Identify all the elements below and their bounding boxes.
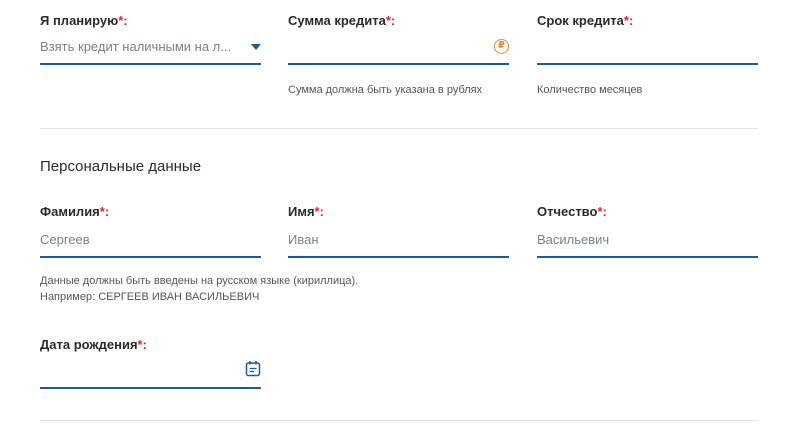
required-marker: *: [99,204,110,219]
calendar-icon[interactable] [245,360,261,377]
chevron-down-icon[interactable] [251,44,261,50]
middle-name-label: Отчество*: [537,204,607,219]
required-marker: *: [118,13,128,28]
birth-date-label: Дата рождения*: [40,337,147,352]
divider [40,128,758,129]
term-input[interactable] [537,35,758,65]
last-name-placeholder: Сергеев [40,232,90,247]
amount-input[interactable]: ₽ [288,35,509,65]
first-name-input[interactable]: Иван [288,228,509,258]
required-marker: *: [597,204,607,219]
purpose-value: Взять кредит наличными на л... [40,39,230,54]
last-name-field: Фамилия*: Сергеев [40,204,261,258]
required-marker: *: [623,13,634,28]
required-marker: *: [314,204,324,219]
purpose-label: Я планирую*: [40,13,128,28]
ruble-icon: ₽ [494,39,509,54]
required-marker: *: [385,13,396,28]
first-name-placeholder: Иван [288,232,319,247]
purpose-select[interactable]: Взять кредит наличными на л... [40,35,261,65]
amount-hint: Сумма должна быть указана в рублях [288,84,483,96]
birth-date-field: Дата рождения*: [40,337,261,389]
section-title: Персональные данные [40,158,202,175]
cyrillic-hint: Данные должны быть введены на русском яз… [40,275,359,287]
middle-name-placeholder: Васильевич [537,232,610,247]
last-name-label: Фамилия*: [40,204,110,219]
cyrillic-example: Например: СЕРГЕЕВ ИВАН ВАСИЛЬЕВИЧ [40,291,260,303]
middle-name-field: Отчество*: Васильевич [537,204,758,258]
birth-date-input[interactable] [40,359,261,389]
purpose-field: Я планирую*: Взять кредит наличными на л… [40,13,261,65]
required-marker: *: [137,337,147,352]
first-name-field: Имя*: Иван [288,204,509,258]
middle-name-input[interactable]: Васильевич [537,228,758,258]
first-name-label: Имя*: [288,204,324,219]
amount-field: Сумма кредита*: ₽ Сумма должна быть указ… [288,13,509,96]
term-label: Срок кредита*: [537,13,634,28]
divider [40,420,758,421]
amount-label: Сумма кредита*: [288,13,396,28]
term-field: Срок кредита*: Количество месяцев [537,13,758,96]
last-name-input[interactable]: Сергеев [40,228,261,258]
term-hint: Количество месяцев [537,84,643,96]
